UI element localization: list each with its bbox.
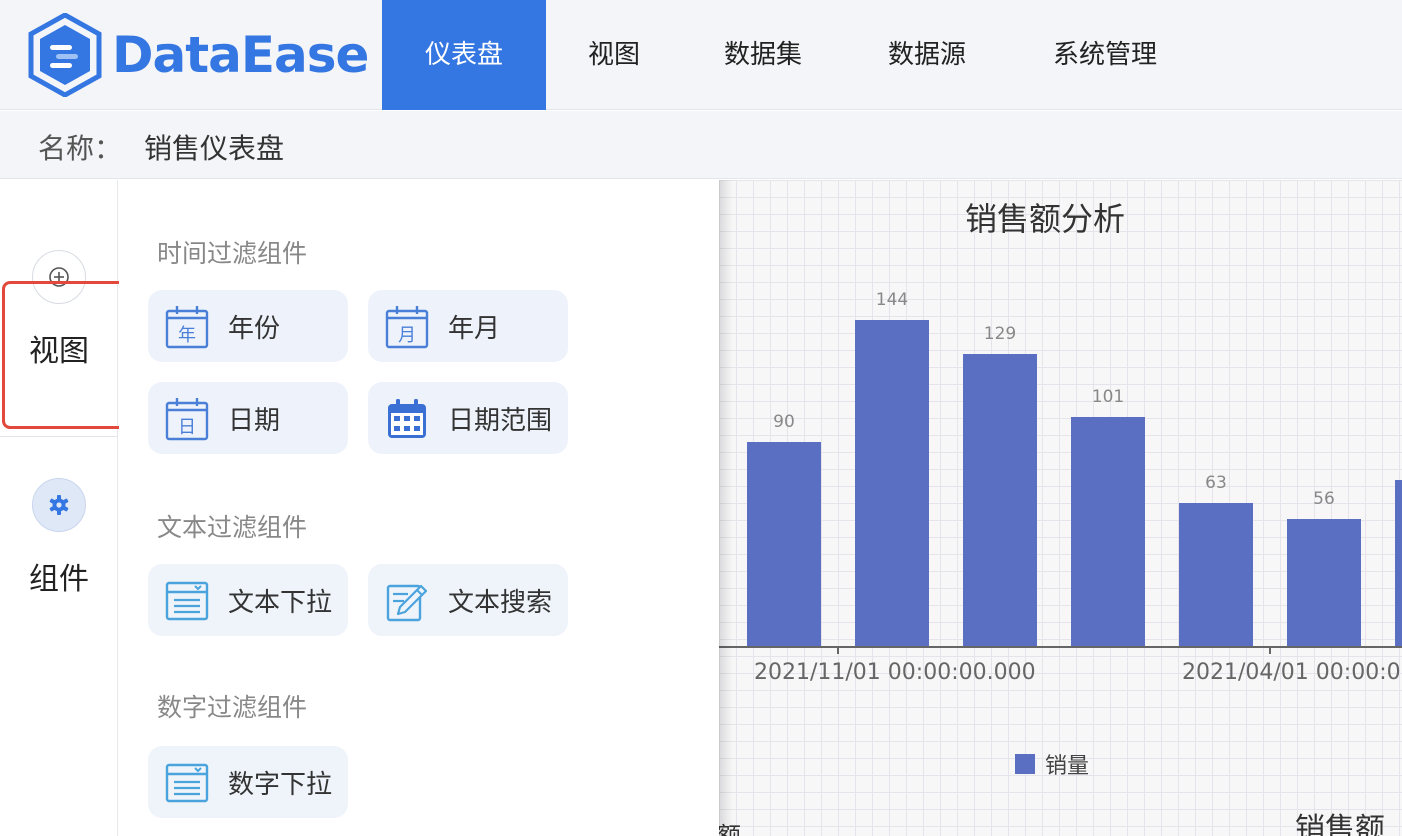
component-text-dropdown[interactable]: 文本下拉 — [148, 564, 348, 636]
svg-text:日: 日 — [178, 417, 196, 438]
nav-system-management[interactable]: 系统管理 — [1010, 0, 1200, 110]
bar-value-label: 129 — [983, 324, 1017, 344]
component-text-dropdown-label: 文本下拉 — [228, 588, 333, 618]
bar[interactable] — [855, 320, 929, 646]
dashboard-name[interactable]: 销售仪表盘 — [144, 127, 284, 167]
component-date-range[interactable]: 日期范围 — [368, 382, 568, 454]
top-navbar: DataEase 仪表盘 视图 数据集 数据源 系统管理 — [0, 0, 1402, 110]
rail-item-components[interactable]: 组件 — [0, 478, 118, 598]
calendar-month-icon: 月 — [385, 306, 429, 349]
section-title-time: 时间过滤组件 — [157, 239, 308, 268]
bar-value-label: 101 — [1091, 387, 1125, 407]
legend-label: 销量 — [1045, 754, 1090, 779]
section-title-number: 数字过滤组件 — [157, 693, 308, 722]
bar-value-label: 144 — [875, 290, 909, 310]
calendar-year-icon: 年 — [165, 306, 209, 349]
component-text-search[interactable]: 文本搜索 — [368, 564, 568, 636]
component-number-dropdown-label: 数字下拉 — [228, 770, 333, 800]
nav-dataset[interactable]: 数据集 — [682, 0, 844, 110]
chart-title: 销售额分析 — [965, 200, 1126, 238]
nav-view[interactable]: 视图 — [546, 0, 682, 110]
svg-text:月: 月 — [398, 325, 416, 346]
bar-value-label: 56 — [1313, 489, 1335, 509]
legend-swatch — [1015, 754, 1035, 774]
component-date-range-label: 日期范围 — [448, 406, 553, 436]
component-number-dropdown[interactable]: 数字下拉 — [148, 746, 348, 818]
bar[interactable] — [1395, 480, 1402, 646]
canvas-edge-shadow — [719, 180, 733, 836]
edit-search-icon — [386, 584, 428, 622]
component-year-month[interactable]: 月 年月 — [368, 290, 568, 362]
bar[interactable] — [1287, 519, 1361, 646]
x-tick-label: 2021/04/01 00:00:0 — [1182, 660, 1401, 685]
selection-highlight — [2, 281, 137, 429]
bar[interactable] — [1179, 503, 1253, 646]
component-year-month-label: 年月 — [448, 314, 501, 344]
gear-icon — [32, 478, 86, 532]
calendar-day-icon: 日 — [165, 398, 209, 441]
name-label: 名称： — [38, 132, 123, 165]
bar-value-label: 90 — [773, 412, 795, 432]
component-year[interactable]: 年 年份 — [148, 290, 348, 362]
rail-label-components: 组件 — [29, 562, 89, 597]
nav-dashboard[interactable]: 仪表盘 — [382, 0, 546, 110]
logo-text: DataEase — [112, 26, 369, 84]
bar-value-label: 63 — [1205, 473, 1227, 493]
bar[interactable] — [1071, 417, 1145, 646]
component-year-label: 年份 — [228, 314, 281, 344]
logo-hexagon-icon — [28, 13, 102, 97]
main-nav: 仪表盘 视图 数据集 数据源 系统管理 — [382, 0, 1200, 110]
dropdown-list-icon — [165, 763, 209, 803]
section-title-text: 文本过滤组件 — [157, 513, 308, 542]
nav-datasource[interactable]: 数据源 — [844, 0, 1010, 110]
dropdown-list-icon — [165, 581, 209, 621]
bar[interactable] — [747, 442, 821, 646]
dashboard-canvas[interactable]: 销售额分析 90 144 129 101 63 56 2021/11/01 00:00:0… — [719, 180, 1402, 836]
component-date-label: 日期 — [228, 406, 281, 436]
rail-divider — [0, 436, 118, 437]
dashboard-name-bar: 名称： 销售仪表盘 — [0, 111, 1402, 179]
x-axis-tick — [837, 646, 839, 654]
left-rail: 视图 组件 — [0, 180, 118, 836]
x-axis-tick — [1269, 646, 1271, 654]
bar[interactable] — [963, 354, 1037, 646]
next-chart-title: 销售额 — [1295, 812, 1385, 836]
svg-text:年: 年 — [178, 325, 196, 346]
component-date[interactable]: 日 日期 — [148, 382, 348, 454]
filter-components-panel: 时间过滤组件 年 年份 月 年月 日 日期 日期范围 文本过滤组件 文本下拉 文… — [119, 180, 719, 836]
x-axis-line — [719, 646, 1402, 648]
dataease-logo[interactable]: DataEase — [28, 13, 369, 97]
component-text-search-label: 文本搜索 — [448, 588, 553, 618]
x-tick-label: 2021/11/01 00:00:00.000 — [754, 660, 1036, 685]
calendar-range-icon — [388, 399, 426, 438]
chart-legend[interactable]: 销量 — [1015, 748, 1089, 780]
